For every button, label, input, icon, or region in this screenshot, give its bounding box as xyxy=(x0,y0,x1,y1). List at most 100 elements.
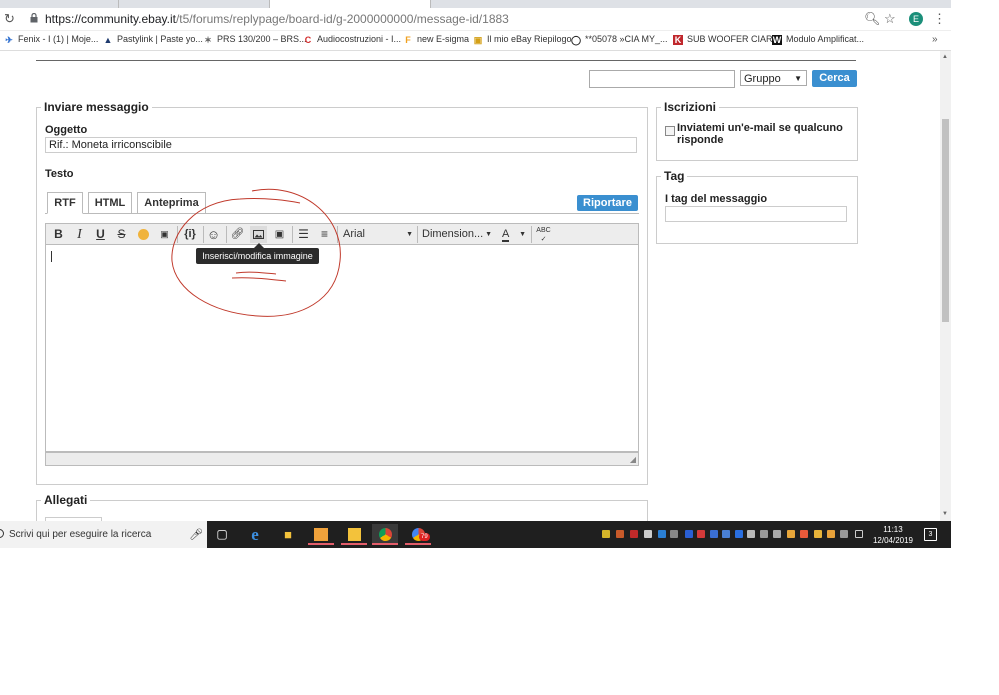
cloud-icon[interactable] xyxy=(760,530,768,538)
tray-app-icon[interactable] xyxy=(630,530,638,538)
tab-preview[interactable]: Anteprima xyxy=(137,192,206,214)
tags-input[interactable] xyxy=(665,206,847,222)
bookmark-star-icon[interactable]: ☆ xyxy=(884,11,896,27)
outlook-app-icon[interactable] xyxy=(308,524,334,545)
bookmark-item[interactable]: ◯ **05078 »CIA MY_... xyxy=(571,34,668,45)
tray-app-icon[interactable] xyxy=(722,530,730,538)
bookmarks-overflow-button[interactable]: » xyxy=(932,34,938,45)
bookmark-item[interactable]: W Modulo Amplificat... xyxy=(772,34,864,45)
underline-button[interactable]: U xyxy=(92,226,109,243)
smiley-icon[interactable]: ☺ xyxy=(205,226,222,243)
tray-app-icon[interactable] xyxy=(800,530,808,538)
bookmark-favicon-icon: ✶ xyxy=(204,35,212,45)
scrollbar-thumb[interactable] xyxy=(942,119,949,322)
menu-kebab-icon[interactable]: ⋮ xyxy=(933,11,946,27)
spellcheck-icon[interactable]: ABC ✓ xyxy=(535,226,552,243)
browser-tab[interactable] xyxy=(119,0,270,8)
scroll-down-icon[interactable]: ▼ xyxy=(942,511,948,517)
search-input[interactable] xyxy=(589,70,735,88)
link-icon[interactable]: 🔗︎ xyxy=(229,226,246,243)
speaker-icon[interactable] xyxy=(670,530,678,538)
tray-app-icon[interactable] xyxy=(685,530,693,538)
notification-center-icon[interactable]: 3 xyxy=(924,528,937,541)
bookmark-item[interactable]: Fnew E-sigma xyxy=(403,34,469,45)
resize-grip-icon[interactable]: ◢ xyxy=(630,455,636,464)
media-icon[interactable]: ▣ xyxy=(156,226,173,243)
tray-app-icon[interactable] xyxy=(644,530,652,538)
lock-icon[interactable] xyxy=(30,13,38,23)
profile-avatar[interactable]: E xyxy=(909,12,923,26)
search-scope-value: Gruppo xyxy=(744,73,781,85)
tray-app-icon[interactable] xyxy=(658,530,666,538)
tray-app-icon[interactable] xyxy=(773,530,781,538)
network-icon[interactable] xyxy=(840,530,848,538)
scroll-up-icon[interactable]: ▲ xyxy=(942,54,948,60)
message-editor[interactable] xyxy=(45,245,639,452)
reload-icon[interactable]: ↻ xyxy=(4,11,15,27)
zoom-icon[interactable]: 🔍︎ xyxy=(864,11,881,27)
tray-app-icon[interactable] xyxy=(616,530,624,538)
tab-rtf[interactable]: RTF xyxy=(47,192,83,214)
tray-app-icon[interactable] xyxy=(697,530,705,538)
bookmark-favicon-icon: ▣ xyxy=(473,35,483,45)
browser-tab-active[interactable] xyxy=(270,0,431,8)
image-tooltip: Inserisci/modifica immagine xyxy=(196,243,319,264)
text-color-select[interactable]: A ▼ xyxy=(502,227,526,242)
bookmark-item[interactable]: ✶ PRS 130/200 – BRS... xyxy=(203,34,306,45)
taskbar-clock[interactable]: 11:13 12/04/2019 xyxy=(872,524,914,546)
tray-shield-icon[interactable] xyxy=(602,530,610,538)
bookmark-favicon-icon: W xyxy=(772,35,782,45)
file-explorer-icon[interactable]: ■ xyxy=(275,524,301,545)
attachments-legend: Allegati xyxy=(41,493,91,507)
bookmark-item[interactable]: ▣ Il mio eBay Riepilogo xyxy=(473,34,572,45)
bookmark-item[interactable]: ▲ Pastylink | Paste yo... xyxy=(103,34,203,45)
quote-button[interactable]: Riportare xyxy=(577,195,638,211)
italic-button[interactable]: I xyxy=(71,226,88,243)
email-notify-checkbox[interactable] xyxy=(665,126,675,136)
emoticon-color-icon[interactable] xyxy=(135,226,152,243)
browser-tab-strip xyxy=(0,0,951,8)
image-icon[interactable] xyxy=(250,226,267,243)
chrome-profile-icon[interactable]: 79 xyxy=(405,524,431,545)
toolbar-separator xyxy=(203,226,204,243)
tab-html[interactable]: HTML xyxy=(88,192,132,214)
bookmark-item[interactable]: K SUB WOOFER CIAR... xyxy=(673,34,780,45)
chevron-down-icon: ▼ xyxy=(794,74,802,83)
task-view-icon[interactable]: ▢ xyxy=(209,524,235,545)
toolbar-separator xyxy=(177,226,178,243)
font-family-select[interactable]: Arial ▼ xyxy=(343,227,413,242)
strikethrough-button[interactable]: S xyxy=(113,226,130,243)
search-button[interactable]: Cerca xyxy=(812,70,857,87)
url-field[interactable]: https://community.ebay.it/t5/forums/repl… xyxy=(45,12,509,26)
taskbar-search-placeholder: Scrivi qui per eseguire la ricerca xyxy=(9,529,152,540)
tray-app-icon[interactable] xyxy=(747,530,755,538)
subject-input[interactable]: Rif.: Moneta irriconscibile xyxy=(45,137,637,153)
pen-icon[interactable] xyxy=(855,530,863,538)
code-braces-button[interactable]: {i} xyxy=(180,226,200,243)
bookmark-item[interactable]: ✈ Fenix - I (1) | Moje... xyxy=(4,34,98,45)
tray-app-icon[interactable] xyxy=(710,530,718,538)
bold-button[interactable]: B xyxy=(50,226,67,243)
taskbar-search[interactable]: Scrivi qui per eseguire la ricerca 🎤︎ xyxy=(0,521,207,548)
bookmark-item[interactable]: C Audiocostruzioni - I... xyxy=(303,34,401,45)
tags-legend: Tag xyxy=(661,169,688,183)
browser-tab[interactable] xyxy=(0,0,119,8)
font-size-select[interactable]: Dimension... ▼ xyxy=(422,227,492,242)
numbered-list-icon[interactable]: ☰ xyxy=(295,226,312,243)
bookmark-favicon-icon: ◯ xyxy=(571,35,582,45)
message-panel-legend: Inviare messaggio xyxy=(41,100,152,114)
edge-browser-icon[interactable]: e xyxy=(242,524,268,545)
microphone-icon[interactable]: 🎤︎ xyxy=(189,528,203,541)
search-scope-select[interactable]: Gruppo ▼ xyxy=(740,70,807,86)
bullet-list-icon[interactable]: ≡ xyxy=(316,226,333,243)
chrome-browser-icon[interactable] xyxy=(372,524,398,545)
tray-app-icon[interactable] xyxy=(787,530,795,538)
tray-app-icon[interactable] xyxy=(814,530,822,538)
video-icon[interactable]: ▣ xyxy=(271,226,288,243)
tray-app-icon[interactable] xyxy=(827,530,835,538)
page-scrollbar[interactable]: ▲ ▼ xyxy=(940,51,951,521)
subject-label: Oggetto xyxy=(45,124,88,136)
bluetooth-icon[interactable] xyxy=(735,530,743,538)
email-notify-label[interactable]: Inviatemi un'e-mail se qualcuno risponde xyxy=(677,122,847,146)
sticky-app-icon[interactable] xyxy=(341,524,367,545)
